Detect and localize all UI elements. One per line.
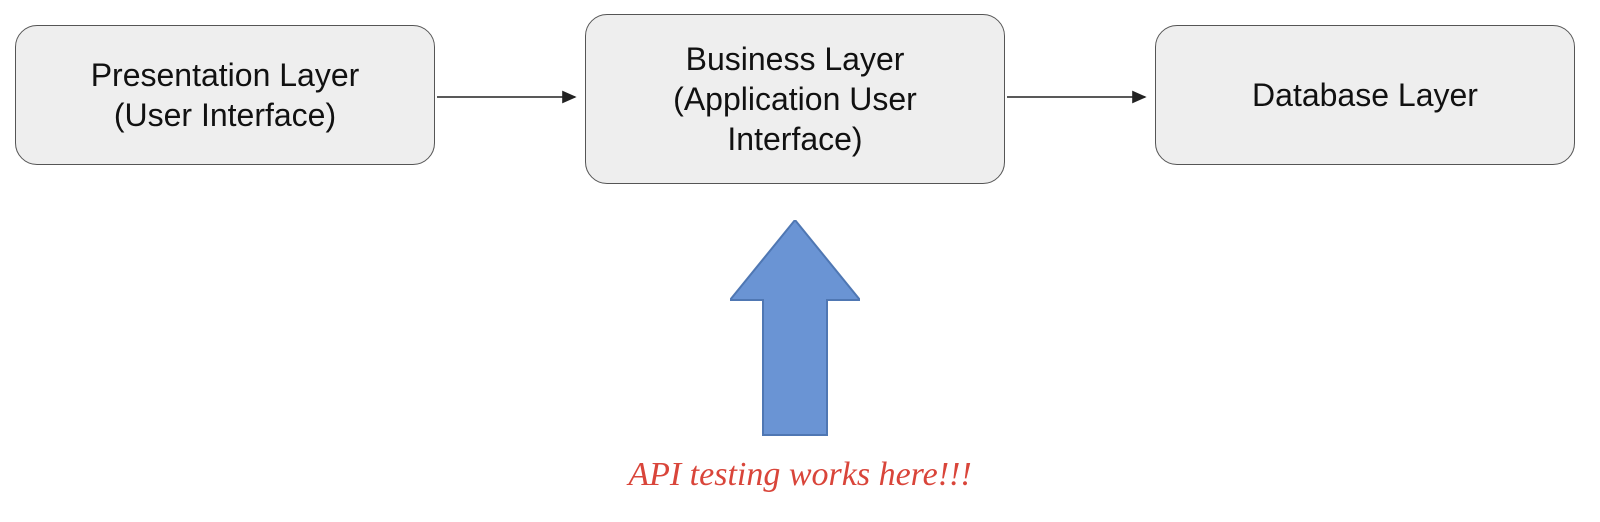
diagram-canvas: Presentation Layer (User Interface) Busi…	[0, 0, 1600, 522]
box-database-layer: Database Layer	[1155, 25, 1575, 165]
box-business-label: Business Layer (Application User Interfa…	[673, 39, 917, 159]
arrow-business-to-database	[1005, 85, 1155, 115]
box-database-label: Database Layer	[1252, 75, 1478, 115]
box-presentation-label: Presentation Layer (User Interface)	[91, 55, 360, 135]
caption-api-testing: API testing works here!!!	[0, 456, 1600, 494]
box-business-layer: Business Layer (Application User Interfa…	[585, 14, 1005, 184]
arrow-presentation-to-business	[435, 85, 585, 115]
big-up-arrow-icon	[730, 220, 860, 440]
box-presentation-layer: Presentation Layer (User Interface)	[15, 25, 435, 165]
